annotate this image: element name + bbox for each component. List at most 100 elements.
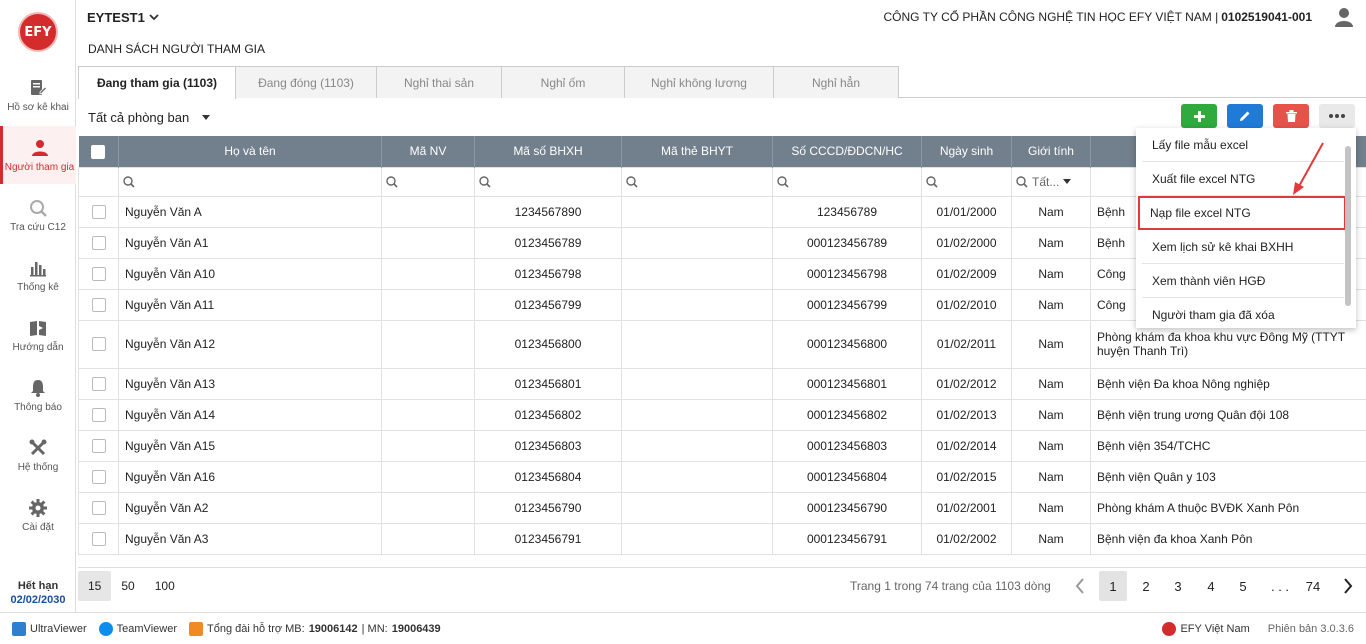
table-row[interactable]: Nguyễn Văn A16 0123456804 000123456804 01/0…	[78, 460, 1366, 493]
sidebar-item-nguoi-tham-gia[interactable]: Người tham gia	[0, 126, 76, 184]
department-filter[interactable]: Tất cả phòng ban	[88, 110, 211, 125]
row-select-cell	[78, 429, 119, 462]
cell-name: Nguyễn Văn A14	[118, 398, 382, 431]
page-size-15[interactable]: 15	[78, 570, 112, 601]
row-checkbox[interactable]	[91, 531, 106, 546]
table-row[interactable]: Nguyễn Văn A13 0123456801 000123456801 01/0…	[78, 367, 1366, 400]
cell-cccd: 000123456798	[772, 257, 922, 290]
menu-scrollbar-thumb[interactable]	[1345, 146, 1351, 306]
menu-scrollbar[interactable]	[1344, 132, 1352, 324]
row-checkbox[interactable]	[91, 337, 106, 352]
filter-name[interactable]	[118, 166, 382, 197]
row-checkbox[interactable]	[91, 376, 106, 391]
account-icon[interactable]	[1332, 5, 1356, 29]
menu-item-nap-file[interactable]: Nạp file excel NTG	[1138, 196, 1346, 230]
ultraviewer-link[interactable]: UltraViewer	[12, 621, 87, 636]
ultraviewer-icon	[12, 621, 26, 636]
prev-page-button[interactable]	[1066, 571, 1094, 601]
filter-bhxh[interactable]	[474, 166, 622, 197]
cell-ma-nv	[381, 319, 475, 369]
tenant-selector[interactable]: EYTEST1	[87, 10, 159, 25]
more-button[interactable]	[1319, 104, 1355, 128]
cell-ma-nv	[381, 398, 475, 431]
tab-nghi-han[interactable]: Nghỉ hẳn	[773, 66, 899, 98]
edit-button[interactable]	[1227, 104, 1263, 128]
page-4[interactable]: 4	[1197, 571, 1225, 601]
cell-cccd: 000123456802	[772, 398, 922, 431]
page-1[interactable]: 1	[1099, 571, 1127, 601]
row-checkbox[interactable]	[91, 297, 106, 312]
support-sep: | MN:	[361, 622, 388, 635]
sidebar-item-thong-bao[interactable]: Thông báo	[0, 366, 76, 424]
filter-gioi-tinh[interactable]: Tất...	[1011, 166, 1091, 197]
next-page-button[interactable]	[1334, 571, 1362, 601]
delete-button[interactable]	[1273, 104, 1309, 128]
row-checkbox[interactable]	[91, 469, 106, 484]
col-ngay-sinh[interactable]: Ngày sinh	[921, 136, 1012, 167]
col-ma-the-bhyt[interactable]: Mã thẻ BHYT	[621, 136, 773, 167]
row-select-cell	[78, 195, 119, 228]
cell-ma-nv	[381, 367, 475, 400]
cell-name: Nguyễn Văn A11	[118, 288, 382, 321]
filter-bhyt[interactable]	[621, 166, 773, 197]
menu-item-lich-su-ke-khai[interactable]: Xem lịch sử kê khai BXHH	[1142, 230, 1344, 264]
table-row[interactable]: Nguyễn Văn A15 0123456803 000123456803 01/0…	[78, 429, 1366, 462]
filter-cccd[interactable]	[772, 166, 922, 197]
cell-gender: Nam	[1011, 367, 1091, 400]
page-2[interactable]: 2	[1132, 571, 1160, 601]
tab-dang-dong[interactable]: Đang đóng (1103)	[235, 66, 377, 98]
tab-dang-tham-gia[interactable]: Đang tham gia (1103)	[78, 66, 236, 99]
table-row[interactable]: Nguyễn Văn A3 0123456791 000123456791 01/02…	[78, 522, 1366, 555]
row-select-cell	[78, 460, 119, 493]
filter-ma-nv[interactable]	[381, 166, 475, 197]
sidebar-item-tra-cuu-c12[interactable]: Tra cứu C12	[0, 186, 76, 244]
plus-icon	[1193, 110, 1205, 122]
cell-cccd: 123456789	[772, 195, 922, 228]
col-gioi-tinh[interactable]: Giới tính	[1011, 136, 1091, 167]
menu-item-thanh-vien-hgd[interactable]: Xem thành viên HGĐ	[1142, 264, 1344, 298]
search-icon	[123, 175, 135, 188]
tab-nghi-khong-luong[interactable]: Nghỉ không lương	[624, 66, 774, 98]
menu-item-da-xoa[interactable]: Người tham gia đã xóa	[1142, 298, 1344, 332]
page-5[interactable]: 5	[1229, 571, 1257, 601]
table-row[interactable]: Nguyễn Văn A2 0123456790 000123456790 01/02…	[78, 491, 1366, 524]
col-ma-so-bhxh[interactable]: Mã số BHXH	[474, 136, 622, 167]
sidebar-item-ho-so-ke-khai[interactable]: Hồ sơ kê khai	[0, 66, 76, 124]
cell-ma-nv	[381, 226, 475, 259]
teamviewer-label: TeamViewer	[116, 622, 177, 635]
support-hotline: Tổng đài hỗ trợ MB: 19006142 | MN: 19006…	[188, 621, 441, 636]
page-3[interactable]: 3	[1164, 571, 1192, 601]
filter-ngay-sinh[interactable]	[921, 166, 1012, 197]
row-checkbox[interactable]	[91, 204, 106, 219]
teamviewer-link[interactable]: TeamViewer	[98, 621, 177, 636]
efy-brand[interactable]: EFY Việt Nam	[1162, 621, 1250, 636]
cell-dob: 01/02/2009	[921, 257, 1012, 290]
page-74[interactable]: 74	[1299, 571, 1327, 601]
row-checkbox[interactable]	[91, 235, 106, 250]
sidebar-item-he-thong[interactable]: Hệ thống	[0, 426, 76, 484]
row-checkbox[interactable]	[91, 500, 106, 515]
efy-logo[interactable]: EFY	[18, 12, 58, 52]
cell-gender: Nam	[1011, 460, 1091, 493]
col-ma-nv[interactable]: Mã NV	[381, 136, 475, 167]
page-size-50[interactable]: 50	[111, 571, 144, 601]
sidebar-item-label: Người tham gia	[4, 161, 75, 173]
sidebar-item-cai-dat[interactable]: Cài đặt	[0, 486, 76, 544]
tab-nghi-thai-san[interactable]: Nghỉ thai sản	[376, 66, 502, 98]
sidebar-item-thong-ke[interactable]: Thống kê	[0, 246, 76, 304]
version-label: Phiên bản 3.0.3.6	[1267, 622, 1354, 635]
page-size-100[interactable]: 100	[145, 571, 185, 601]
sidebar-item-huong-dan[interactable]: Hướng dẫn	[0, 306, 76, 364]
col-so-cccd[interactable]: Số CCCD/ĐDCN/HC	[772, 136, 922, 167]
col-ho-va-ten[interactable]: Họ và tên	[118, 136, 382, 167]
tab-nghi-om[interactable]: Nghỉ ốm	[501, 66, 625, 98]
row-checkbox[interactable]	[91, 266, 106, 281]
add-button[interactable]	[1181, 104, 1217, 128]
cell-gender: Nam	[1011, 398, 1091, 431]
row-checkbox[interactable]	[91, 407, 106, 422]
cell-gender: Nam	[1011, 522, 1091, 555]
select-all-checkbox[interactable]	[91, 144, 106, 159]
table-row[interactable]: Nguyễn Văn A14 0123456802 000123456802 01/0…	[78, 398, 1366, 431]
sidebar: EFY Hồ sơ kê khai Người tham gia Tra cứu…	[0, 0, 76, 612]
row-checkbox[interactable]	[91, 438, 106, 453]
